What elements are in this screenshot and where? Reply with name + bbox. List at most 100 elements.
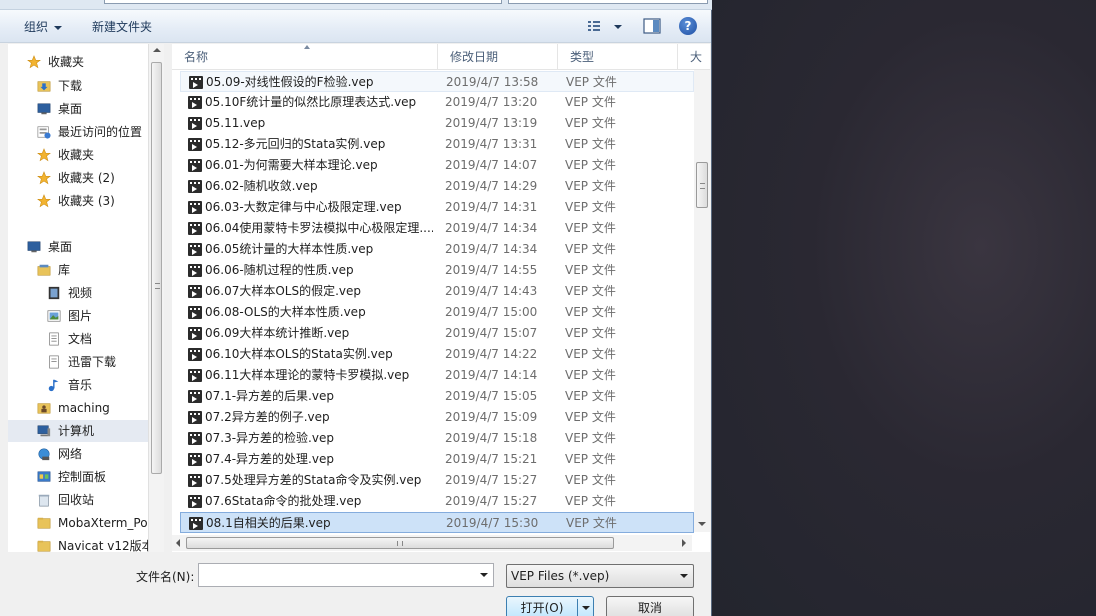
file-row[interactable]: 07.6Stata命令的批处理.vep 2019/4/7 15:27 VEP 文件 <box>180 491 694 512</box>
scroll-up-arrow-icon[interactable] <box>153 48 161 52</box>
nav-item-user-maching[interactable]: maching <box>36 397 110 419</box>
file-list-vertical-scrollbar[interactable] <box>694 70 710 532</box>
video-file-icon <box>188 180 202 193</box>
file-name: 06.11大样本理论的蒙特卡罗模拟.vep <box>205 368 410 382</box>
nav-scroll-thumb[interactable] <box>151 62 162 474</box>
address-bar[interactable] <box>104 0 502 4</box>
file-row[interactable]: 07.4-异方差的处理.vep 2019/4/7 15:21 VEP 文件 <box>180 449 694 470</box>
cancel-button[interactable]: 取消 <box>606 596 694 616</box>
nav-item-downloads[interactable]: 下载 <box>36 75 82 97</box>
star-icon <box>37 147 51 161</box>
file-row[interactable]: 05.11.vep 2019/4/7 13:19 VEP 文件 <box>180 113 694 134</box>
nav-item-label: 网络 <box>58 447 83 461</box>
navigation-pane: 收藏夹 下载 桌面 最近访问的位置 收藏夹 收藏夹 (2) 收藏夹 (3) 桌面… <box>8 44 164 552</box>
file-date: 2019/4/7 14:34 <box>445 242 538 256</box>
open-button[interactable]: 打开(O) <box>506 596 594 616</box>
address-bar-strip <box>0 0 712 10</box>
column-header-type[interactable]: 类型 <box>558 44 678 70</box>
file-name: 05.12-多元回归的Stata实例.vep <box>205 137 386 151</box>
video-file-icon <box>189 76 203 89</box>
documents-library-icon <box>49 332 59 345</box>
preview-pane-button[interactable] <box>643 18 661 34</box>
nav-item-label: 视频 <box>68 286 93 300</box>
nav-item-control-panel[interactable]: 控制面板 <box>36 466 106 488</box>
nav-item-pictures[interactable]: 图片 <box>46 305 92 327</box>
change-view-button[interactable] <box>586 18 626 36</box>
nav-item-libraries[interactable]: 库 <box>36 259 70 281</box>
open-options-chevron-icon[interactable] <box>582 606 590 610</box>
nav-item-network[interactable]: 网络 <box>36 443 82 465</box>
column-header-date[interactable]: 修改日期 <box>438 44 558 70</box>
nav-item-desktop[interactable]: 桌面 <box>36 98 82 120</box>
file-row[interactable]: 06.07大样本OLS的假定.vep 2019/4/7 14:43 VEP 文件 <box>180 281 694 302</box>
file-row[interactable]: 07.2异方差的例子.vep 2019/4/7 15:09 VEP 文件 <box>180 407 694 428</box>
file-date: 2019/4/7 14:07 <box>445 158 538 172</box>
vertical-scroll-thumb[interactable] <box>696 162 708 208</box>
file-row[interactable]: 06.08-OLS的大样本性质.vep 2019/4/7 15:00 VEP 文件 <box>180 302 694 323</box>
file-row[interactable]: 06.04使用蒙特卡罗法模拟中心极限定理.... 2019/4/7 14:34 VE… <box>180 218 694 239</box>
nav-item-favorites-3[interactable]: 收藏夹 (3) <box>36 190 115 212</box>
file-row[interactable]: 06.01-为何需要大样本理论.vep 2019/4/7 14:07 VEP 文件 <box>180 155 694 176</box>
nav-item-mobaxterm-folder[interactable]: MobaXterm_Po <box>36 512 148 534</box>
file-row-selected[interactable]: 08.1自相关的后果.vep 2019/4/7 15:30 VEP 文件 <box>180 512 694 533</box>
nav-pane-scrollbar[interactable] <box>148 44 164 552</box>
file-row[interactable]: 05.10F统计量的似然比原理表达式.vep 2019/4/7 13:20 VEP … <box>180 92 694 113</box>
video-file-icon <box>188 390 202 403</box>
file-row[interactable]: 06.05统计量的大样本性质.vep 2019/4/7 14:34 VEP 文件 <box>180 239 694 260</box>
nav-item-thunder-downloads[interactable]: 迅雷下载 <box>46 351 116 373</box>
file-name: 07.3-异方差的检验.vep <box>205 431 334 445</box>
filename-combobox[interactable] <box>198 563 494 587</box>
file-row[interactable]: 07.1-异方差的后果.vep 2019/4/7 15:05 VEP 文件 <box>180 386 694 407</box>
file-rows: 05.09-对线性假设的F检验.vep 2019/4/7 13:58 VEP 文件 … <box>172 71 694 541</box>
file-date: 2019/4/7 15:00 <box>445 305 538 319</box>
organize-button[interactable]: 组织 <box>20 17 66 37</box>
nav-item-label: 桌面 <box>58 102 83 116</box>
star-icon <box>37 193 51 207</box>
file-row[interactable]: 07.3-异方差的检验.vep 2019/4/7 15:18 VEP 文件 <box>180 428 694 449</box>
file-row[interactable]: 06.09大样本统计推断.vep 2019/4/7 15:07 VEP 文件 <box>180 323 694 344</box>
scroll-down-arrow-icon[interactable] <box>698 522 706 526</box>
file-type: VEP 文件 <box>565 284 616 298</box>
column-header-name[interactable]: 名称 <box>172 44 438 70</box>
filetype-select[interactable]: VEP Files (*.vep) <box>506 564 694 588</box>
file-row[interactable]: 06.03-大数定律与中心极限定理.vep 2019/4/7 14:31 VEP 文… <box>180 197 694 218</box>
file-row[interactable]: 06.02-随机收敛.vep 2019/4/7 14:29 VEP 文件 <box>180 176 694 197</box>
nav-item-videos[interactable]: 视频 <box>46 282 92 304</box>
file-row[interactable]: 07.5处理异方差的Stata命令及实例.vep 2019/4/7 15:27 VE… <box>180 470 694 491</box>
nav-item-desktop-root[interactable]: 桌面 <box>26 236 72 258</box>
help-button[interactable]: ? <box>679 17 697 35</box>
file-date: 2019/4/7 13:20 <box>445 95 538 109</box>
video-file-icon <box>188 159 202 172</box>
nav-item-label: maching <box>58 401 110 415</box>
scroll-right-arrow-icon[interactable] <box>682 539 686 547</box>
file-name: 07.4-异方差的处理.vep <box>205 452 334 466</box>
star-icon <box>27 54 41 68</box>
nav-item-favorites-folder[interactable]: 收藏夹 <box>36 144 94 166</box>
file-list-horizontal-scrollbar[interactable] <box>172 535 692 551</box>
nav-item-recycle-bin[interactable]: 回收站 <box>36 489 94 511</box>
nav-item-recent-places[interactable]: 最近访问的位置 <box>36 121 142 143</box>
file-row[interactable]: 06.11大样本理论的蒙特卡罗模拟.vep 2019/4/7 14:14 VEP 文… <box>180 365 694 386</box>
scroll-left-arrow-icon[interactable] <box>176 539 180 547</box>
chevron-down-icon[interactable] <box>480 573 488 577</box>
nav-item-navicat-folder[interactable]: Navicat v12版本 <box>36 535 154 552</box>
file-row[interactable]: 05.09-对线性假设的F检验.vep 2019/4/7 13:58 VEP 文件 <box>180 71 694 92</box>
file-type: VEP 文件 <box>565 221 616 235</box>
open-file-dialog: 组织 新建文件夹 ? 收藏夹 下载 桌面 最近访问的位置 收藏夹 收藏夹 (2)… <box>0 0 712 616</box>
nav-item-favorites[interactable]: 收藏夹 <box>26 51 84 73</box>
nav-item-documents[interactable]: 文档 <box>46 328 92 350</box>
file-row[interactable]: 06.06-随机过程的性质.vep 2019/4/7 14:55 VEP 文件 <box>180 260 694 281</box>
horizontal-scroll-thumb[interactable] <box>186 537 614 549</box>
grip-icon <box>155 283 160 289</box>
new-folder-button[interactable]: 新建文件夹 <box>88 17 156 37</box>
search-box[interactable] <box>508 0 708 4</box>
file-row[interactable]: 06.10大样本OLS的Stata实例.vep 2019/4/7 14:22 VEP… <box>180 344 694 365</box>
file-row[interactable]: 05.12-多元回归的Stata实例.vep 2019/4/7 13:31 VEP … <box>180 134 694 155</box>
nav-item-music[interactable]: 音乐 <box>46 374 92 396</box>
column-header-size[interactable]: 大 <box>678 44 718 70</box>
file-type: VEP 文件 <box>565 389 616 403</box>
user-folder-icon <box>37 402 51 414</box>
nav-item-favorites-2[interactable]: 收藏夹 (2) <box>36 167 115 189</box>
nav-item-computer[interactable]: 计算机 <box>8 420 156 442</box>
nav-item-label: 计算机 <box>58 424 95 438</box>
